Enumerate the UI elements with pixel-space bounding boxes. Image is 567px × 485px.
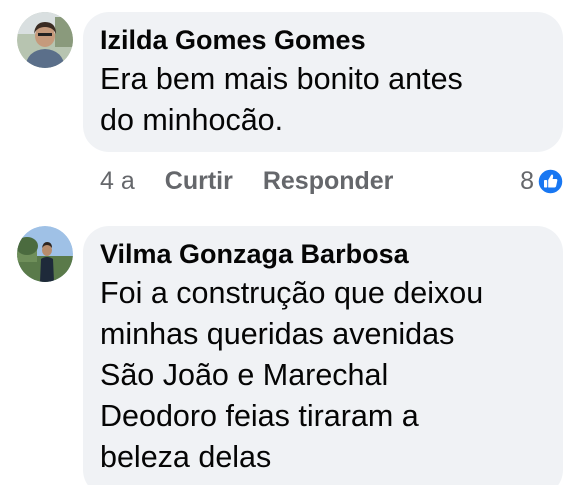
comment-author[interactable]: Izilda Gomes Gomes [100, 24, 547, 56]
avatar[interactable] [17, 12, 73, 68]
like-button[interactable]: Curtir [165, 167, 233, 196]
like-icon [537, 167, 564, 195]
comments-thread: Izilda Gomes Gomes Era bem mais bonito a… [0, 0, 567, 485]
reaction-count: 8 [520, 166, 534, 195]
comment-text: Era bem mais bonito antes do minhocão. [100, 62, 463, 137]
comment-bubble: Vilma Gonzaga Barbosa Foi a construção q… [83, 226, 563, 485]
comment-bubble: Izilda Gomes Gomes Era bem mais bonito a… [83, 12, 563, 152]
comment-author[interactable]: Vilma Gonzaga Barbosa [100, 238, 547, 270]
comment-timestamp[interactable]: 4 a [100, 167, 135, 196]
avatar[interactable] [17, 226, 73, 282]
reaction-summary[interactable]: 8 [520, 164, 564, 198]
comment-text: Foi a construção que deixou minhas queri… [100, 276, 484, 474]
comment-actions: 4 a Curtir Responder [100, 163, 423, 199]
reply-button[interactable]: Responder [263, 167, 394, 196]
